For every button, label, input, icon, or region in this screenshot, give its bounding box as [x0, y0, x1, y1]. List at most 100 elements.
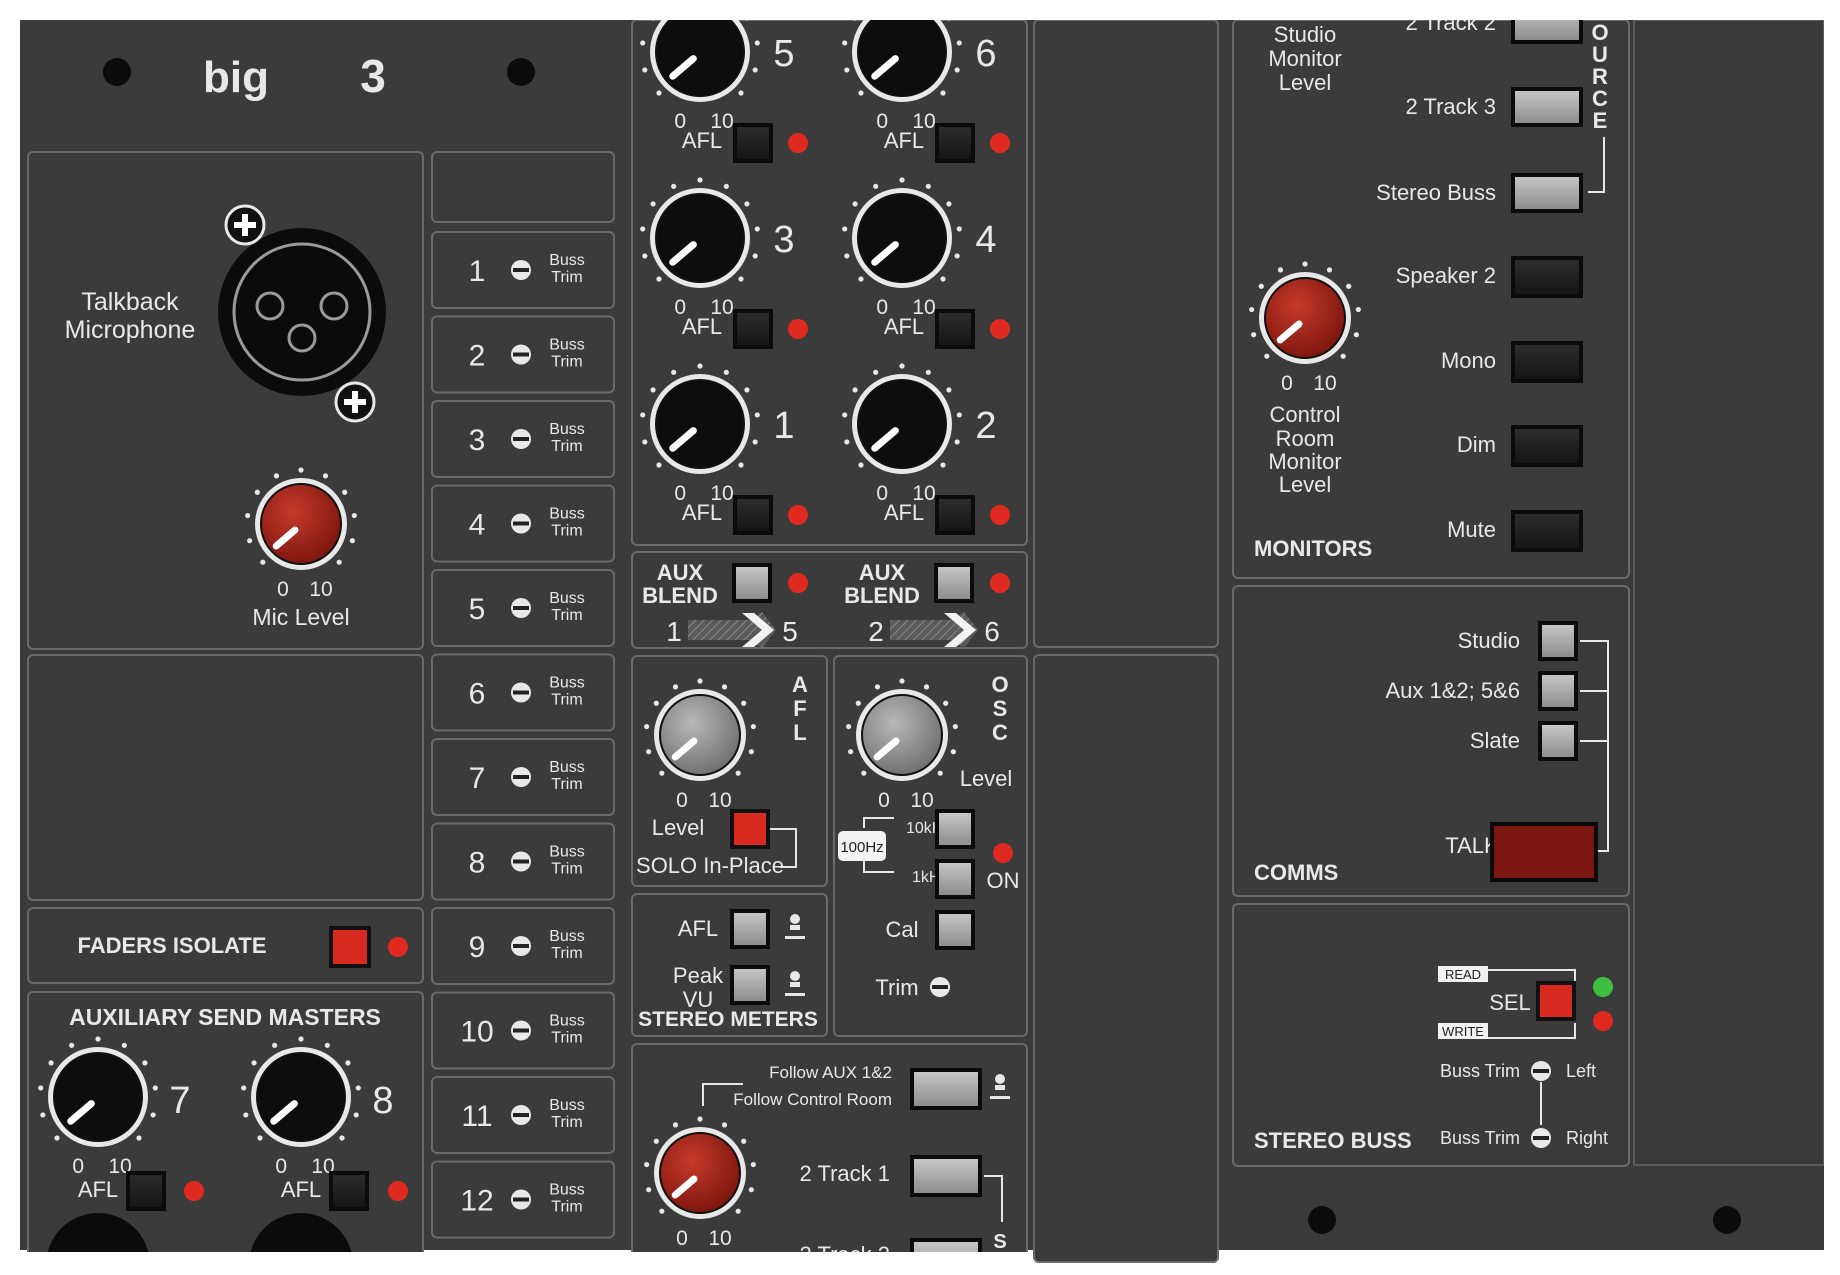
solo-in-place-button[interactable]: [730, 809, 770, 849]
knob-tick: [1353, 332, 1359, 338]
buss-trim-pot-icon[interactable]: [511, 851, 531, 872]
buss-trim-pot-icon[interactable]: [511, 936, 531, 956]
knob-scale-max: 10: [1313, 372, 1336, 395]
aux-6-afl-button[interactable]: [935, 123, 975, 163]
aux-2-afl-led: [990, 505, 1010, 525]
studio-2track1-label: 2 Track 1: [800, 1161, 890, 1186]
faders-isolate-button[interactable]: [329, 926, 371, 968]
buss-trim-pot-icon[interactable]: [511, 598, 531, 618]
sel-button[interactable]: [1536, 981, 1576, 1021]
buss-trim-right-label: Buss Trim: [1440, 1128, 1520, 1148]
buss-trim-right-pot-icon[interactable]: [1531, 1128, 1551, 1148]
knob-tick: [247, 538, 253, 544]
aux-blend-1-5-button[interactable]: [732, 563, 772, 603]
buss-trim-pot-icon[interactable]: [511, 767, 531, 787]
knob-tick: [735, 770, 741, 776]
buss-trim-channel-number: 8: [469, 847, 486, 880]
afl-label: AFL: [682, 500, 722, 525]
buss-trim-label: Trim: [551, 1114, 582, 1131]
afl-label: AFL: [682, 314, 722, 339]
afl-label: AFL: [884, 500, 924, 525]
osc-trim-pot-icon[interactable]: [930, 977, 950, 997]
mono-button[interactable]: [1511, 341, 1583, 383]
aux-knob-number: 1: [773, 405, 794, 447]
afl-label: AFL: [682, 128, 722, 153]
buss-trim-pot-icon[interactable]: [511, 682, 531, 703]
knob-tick: [642, 253, 648, 259]
knob-tick: [855, 700, 861, 706]
osc-1khz-button[interactable]: [935, 859, 975, 899]
aux-blend-2-6-button[interactable]: [934, 563, 974, 603]
osc-cal-label: Cal: [885, 917, 918, 942]
osc-level-label: Level: [960, 766, 1013, 791]
buss-trim-pot-icon[interactable]: [511, 429, 531, 449]
aux-4-afl-button[interactable]: [935, 309, 975, 349]
afl-vertical-label: AFL: [792, 672, 808, 745]
aux-5-afl-button[interactable]: [733, 123, 773, 163]
talk-button[interactable]: [1490, 822, 1598, 882]
buss-trim-pot-icon[interactable]: [511, 513, 531, 534]
knob-tick: [1340, 353, 1346, 359]
osc-10khz-button[interactable]: [935, 809, 975, 849]
afl-level-label: Level: [652, 815, 705, 840]
follow-toggle-button[interactable]: [910, 1068, 982, 1110]
knob-tick: [950, 749, 956, 755]
knob-tick: [650, 201, 656, 207]
aux-2-afl-button[interactable]: [935, 495, 975, 535]
buss-trim-pot-icon[interactable]: [511, 1020, 531, 1041]
knob-tick: [846, 723, 852, 730]
afl-button[interactable]: [126, 1171, 166, 1211]
comms-aux-button[interactable]: [1538, 671, 1578, 711]
meters-afl-button[interactable]: [730, 909, 770, 949]
knob-tick: [659, 770, 665, 776]
buss-trim-channel-number: 1: [469, 255, 486, 288]
knob-tick: [254, 489, 260, 495]
knob-tick: [738, 276, 744, 282]
knob-tick: [842, 226, 848, 232]
knob-tick: [646, 1187, 652, 1193]
buss-trim-label: Buss: [549, 590, 585, 607]
comms-slate-button[interactable]: [1538, 721, 1578, 761]
knob-tick: [671, 369, 677, 375]
studio-2track1-button[interactable]: [910, 1155, 982, 1197]
buss-trim-channel-number: 11: [461, 1100, 492, 1133]
osc-cal-button[interactable]: [935, 910, 975, 950]
knob-tick: [351, 512, 357, 519]
aux-3-afl-button[interactable]: [733, 309, 773, 349]
knob-tick: [852, 387, 858, 393]
knob-tick: [844, 253, 850, 259]
read-label: READ: [1445, 967, 1481, 982]
mixer-panel: big 3 Talkback Microphone 0 10 Mic Level …: [0, 0, 1840, 1275]
stereo-buss-title: STEREO BUSS: [1254, 1128, 1412, 1153]
knob-tick: [1251, 332, 1257, 338]
knob-tick: [925, 369, 931, 375]
afl-button[interactable]: [329, 1171, 369, 1211]
buss-trim-channel-number: 4: [469, 509, 486, 542]
mute-button[interactable]: [1511, 510, 1583, 552]
dim-button[interactable]: [1511, 425, 1583, 467]
buss-trim-pot-icon[interactable]: [511, 260, 531, 280]
knob-tick: [1249, 306, 1255, 313]
buss-trim-label: Buss: [549, 759, 585, 776]
buss-trim-pot-icon[interactable]: [511, 1189, 531, 1210]
knob-tick: [861, 770, 867, 776]
knob-tick: [640, 226, 646, 232]
stereo-meters-title: STEREO METERS: [638, 1008, 818, 1031]
buss-trim-pot-icon[interactable]: [511, 1105, 531, 1125]
knob-tick: [642, 439, 648, 445]
knob-tick: [697, 678, 703, 684]
knob-tick: [754, 226, 760, 232]
aux-1-afl-button[interactable]: [733, 495, 773, 535]
monitor-2track3-button[interactable]: [1511, 87, 1583, 127]
mute-label: Mute: [1447, 517, 1496, 542]
meters-peak-vu-button[interactable]: [730, 965, 770, 1005]
monitor-stereo-buss-button[interactable]: [1511, 173, 1583, 213]
speaker2-button[interactable]: [1511, 256, 1583, 298]
buss-trim-label: Buss: [549, 1097, 585, 1114]
comms-studio-button[interactable]: [1538, 621, 1578, 661]
knob-tick: [349, 538, 355, 544]
buss-trim-left-pot-icon[interactable]: [1531, 1061, 1551, 1081]
buss-trim-pot-icon[interactable]: [511, 344, 531, 365]
follow-control-room-label: Follow Control Room: [733, 1090, 892, 1109]
knob-tick: [642, 67, 648, 73]
